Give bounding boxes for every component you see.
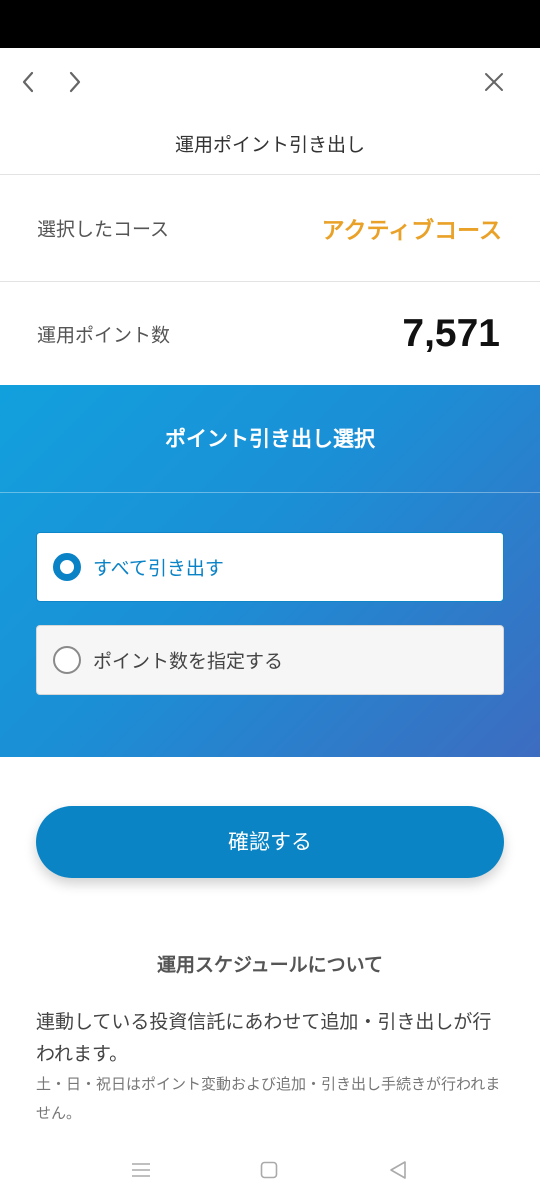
schedule-title: 運用スケジュールについて [156,954,384,976]
selected-course-row: 選択したコース アクティブコース [0,174,540,281]
close-icon[interactable] [474,62,514,102]
points-row: 運用ポイント数 7,571 [0,281,540,385]
chevron-left-icon[interactable] [8,62,48,102]
back-triangle-icon[interactable] [383,1155,413,1185]
course-label: 選択したコース [37,218,170,241]
system-navigation-bar [0,1140,540,1200]
option-specify-points[interactable]: ポイント数を指定する [36,625,504,695]
chevron-right-icon[interactable] [55,62,95,102]
option-label: ポイント数を指定する [93,650,284,673]
schedule-note: 土・日・祝日はポイント変動および追加・引き出し手続きが行われません。 [36,1075,501,1122]
home-icon[interactable] [254,1155,284,1185]
page-title: 運用ポイント引き出し [174,134,365,156]
menu-icon[interactable] [126,1155,156,1185]
withdrawal-selection-panel: ポイント引き出し選択 すべて引き出す ポイント数を指定する [0,385,540,757]
option-label: すべて引き出す [93,557,224,580]
points-label: 運用ポイント数 [37,324,171,346]
radio-selected-icon[interactable] [53,553,81,581]
top-navigation [0,48,540,116]
status-bar [0,0,540,48]
schedule-text: 連動している投資信託にあわせて追加・引き出しが行われます。 [36,1011,492,1065]
option-withdraw-all[interactable]: すべて引き出す [36,532,504,602]
points-value: 7,571 [402,311,500,355]
course-value: アクティブコース [321,218,502,244]
confirm-button[interactable]: 確認する [36,806,504,878]
radio-unselected-icon[interactable] [53,646,81,674]
panel-title: ポイント引き出し選択 [0,385,540,493]
